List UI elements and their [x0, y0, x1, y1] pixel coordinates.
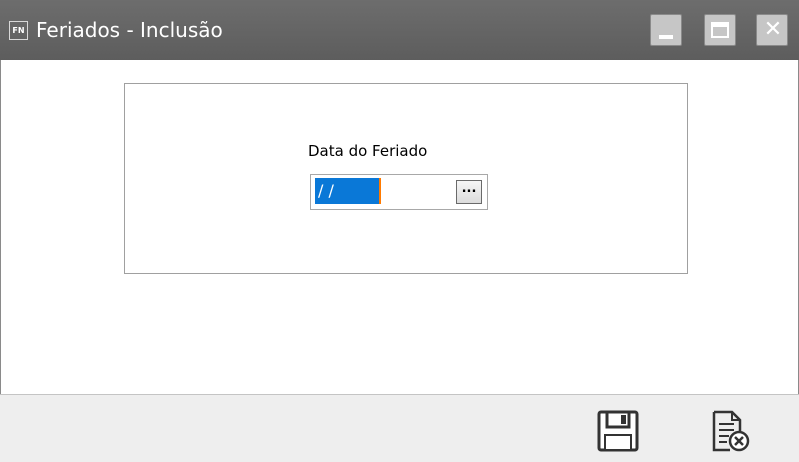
date-picker-button[interactable]: ... [456, 180, 482, 204]
minimize-icon [659, 35, 673, 39]
app-logo-icon: FN [9, 21, 28, 40]
cancel-button[interactable] [708, 409, 752, 453]
title-bar[interactable]: FN Feriados - Inclusão ✕ [0, 0, 799, 60]
minimize-button[interactable] [650, 14, 682, 46]
close-icon: ✕ [763, 17, 783, 42]
save-disk-icon [597, 410, 639, 452]
maximize-button[interactable] [704, 14, 736, 46]
action-bar [0, 394, 799, 462]
maximize-icon [711, 22, 729, 38]
cancel-document-icon [712, 410, 750, 452]
date-value-text[interactable]: / / [315, 178, 381, 204]
save-button[interactable] [596, 409, 640, 453]
date-field-label: Data do Feriado [308, 142, 428, 160]
close-button[interactable]: ✕ [756, 14, 788, 46]
window-title: Feriados - Inclusão [36, 18, 223, 42]
window: FN Feriados - Inclusão ✕ Data do Feriado… [0, 0, 799, 462]
holiday-date-input[interactable]: / / ... [310, 174, 488, 210]
